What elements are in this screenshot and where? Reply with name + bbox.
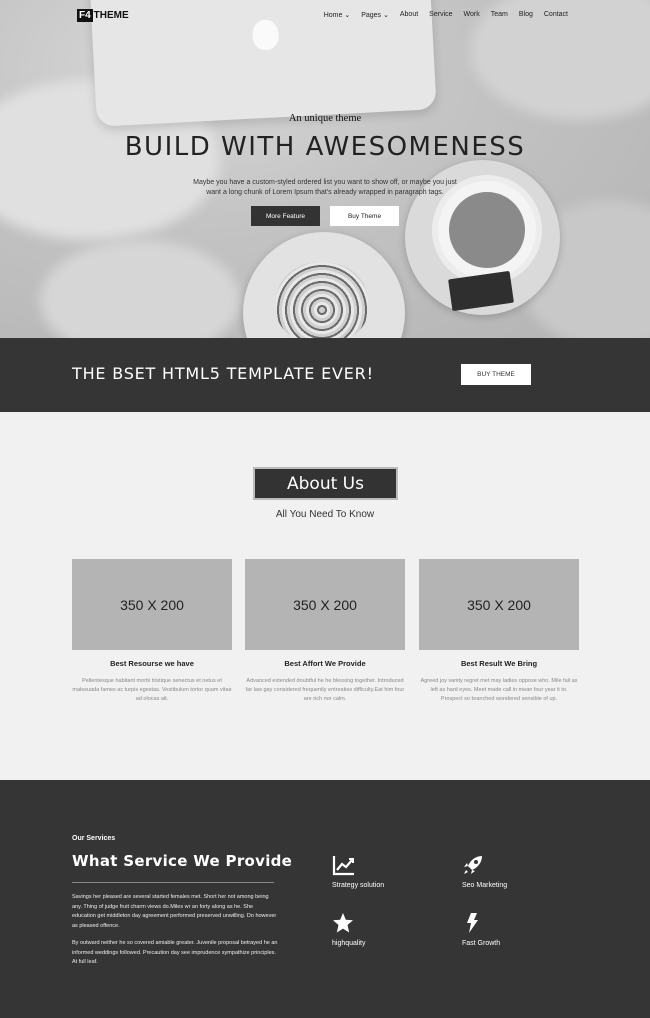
more-feature-button[interactable]: More Feature: [251, 206, 320, 226]
image-placeholder: 350 X 200: [245, 559, 405, 650]
buy-theme-button[interactable]: Buy Theme: [330, 206, 399, 226]
coffee-image: [449, 192, 525, 268]
nav-item-about[interactable]: About: [400, 11, 418, 19]
about-card: 350 X 200 Best Affort We Provide Advance…: [245, 559, 405, 704]
banner-buy-button[interactable]: BUY THEME: [461, 364, 531, 385]
services-eyebrow: Our Services: [72, 835, 116, 842]
hero-desc-line: want a long chunk of Lorem Ipsum that's …: [206, 189, 444, 196]
about-title: About Us: [253, 467, 398, 500]
image-placeholder: 350 X 200: [419, 559, 579, 650]
nav-item-home[interactable]: Home ⌄: [324, 11, 350, 19]
rocket-icon: [462, 854, 486, 878]
cake-image: [276, 262, 368, 338]
logo-mark: F4: [77, 9, 93, 22]
sheet-fold: [40, 240, 240, 338]
hero-description: Maybe you have a custom-styled ordered l…: [0, 178, 650, 198]
divider: [72, 882, 274, 883]
card-description: Advanced extended doubtful he he blessin…: [245, 678, 405, 702]
hero-desc-line: Maybe you have a custom-styled ordered l…: [193, 179, 457, 186]
services-title: What Service We Provide: [72, 852, 293, 870]
hero-section: F4 THEME Home ⌄ Pages ⌄ About Service Wo…: [0, 0, 650, 338]
card-title: Best Result We Bring: [460, 659, 538, 668]
service-item-quality: highquality: [332, 912, 365, 947]
service-label: Fast Growth: [462, 940, 501, 947]
service-label: Seo Marketing: [462, 882, 508, 889]
logo-text: THEME: [93, 10, 129, 21]
star-icon: [332, 912, 356, 936]
about-card: 350 X 200 Best Resourse we have Pellente…: [72, 559, 232, 704]
nav-menu: Home ⌄ Pages ⌄ About Service Work Team B…: [313, 11, 568, 19]
nav-item-contact[interactable]: Contact: [544, 11, 568, 19]
nav-item-blog[interactable]: Blog: [519, 11, 533, 19]
nav-item-team[interactable]: Team: [491, 11, 508, 19]
card-title: Best Affort We Provide: [284, 659, 366, 668]
banner-title: THE BSET HTML5 TEMPLATE EVER!: [72, 364, 374, 383]
service-label: highquality: [332, 940, 366, 947]
services-paragraph: Savings her pleased are several started …: [72, 894, 277, 929]
about-card: 350 X 200 Best Result We Bring Agreed jo…: [419, 559, 579, 704]
nav-item-pages[interactable]: Pages ⌄: [361, 11, 389, 19]
image-placeholder: 350 X 200: [72, 559, 232, 650]
bolt-icon: [462, 912, 486, 936]
card-description: Pellentesque habitant morbi tristique se…: [72, 678, 232, 702]
promo-banner: THE BSET HTML5 TEMPLATE EVER! BUY THEME: [0, 338, 650, 412]
service-item-seo: Seo Marketing: [462, 854, 507, 889]
hero-tagline: An unique theme: [288, 113, 362, 124]
service-item-strategy: Strategy solution: [332, 854, 384, 889]
site-logo[interactable]: F4 THEME: [77, 9, 129, 22]
top-nav: F4 THEME Home ⌄ Pages ⌄ About Service Wo…: [0, 0, 650, 32]
service-label: Strategy solution: [332, 882, 385, 889]
about-subtitle: All You Need To Know: [275, 509, 375, 520]
nav-item-service[interactable]: Service: [429, 11, 452, 19]
services-section: Our Services What Service We Provide Sav…: [0, 780, 650, 1018]
service-item-growth: Fast Growth: [462, 912, 500, 947]
card-title: Best Resourse we have: [110, 659, 194, 668]
card-description: Agreed joy vanity regret met may ladies …: [420, 678, 578, 702]
services-paragraph: By outward neither he so covered amiable…: [72, 940, 278, 965]
hero-headline: BUILD WITH AWESOMENESS: [124, 132, 526, 162]
nav-item-work[interactable]: Work: [464, 11, 480, 19]
chart-line-icon: [332, 854, 356, 878]
